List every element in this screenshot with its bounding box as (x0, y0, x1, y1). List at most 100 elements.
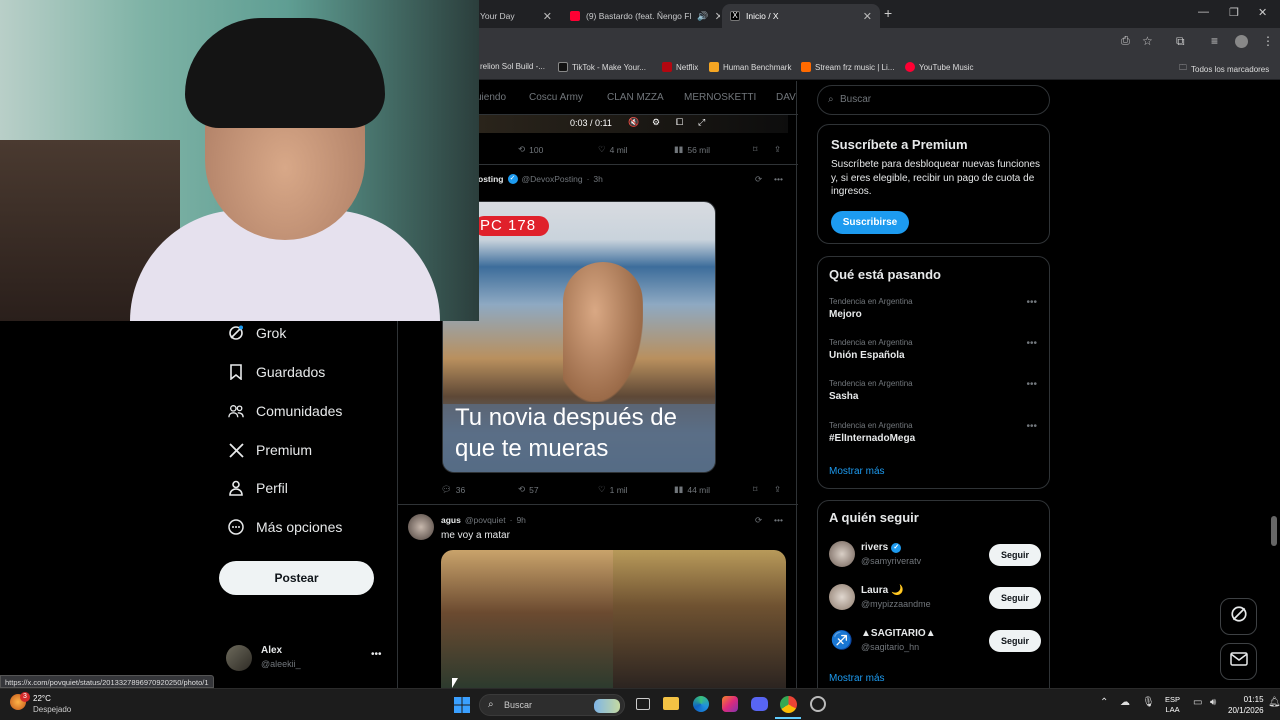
follow-button[interactable]: Seguir (989, 630, 1041, 652)
avatar[interactable] (408, 514, 434, 540)
post-image[interactable]: PC 178 Tu novia después de que te mueras (442, 201, 716, 473)
bookmark-item[interactable]: Netflix (662, 62, 698, 72)
bookmark-item[interactable]: TikTok - Make Your... (558, 62, 646, 72)
nav-mas-opciones[interactable]: Más opciones (228, 519, 342, 535)
tab-list-item[interactable]: Coscu Army (529, 92, 583, 103)
windows-start-icon[interactable] (454, 697, 470, 713)
new-tab-icon[interactable]: + (884, 5, 892, 21)
post-image[interactable] (441, 550, 786, 688)
repost-button[interactable]: ⟲ 100 (518, 144, 543, 155)
mute-icon[interactable]: 🔇 (628, 117, 639, 128)
close-tab-icon[interactable]: ✕ (863, 10, 872, 23)
repost-button[interactable]: ⟲ 57 (518, 484, 539, 495)
follow-button[interactable]: Seguir (989, 587, 1041, 609)
language-indicator[interactable]: ESP LAA (1165, 695, 1180, 715)
chrome-icon[interactable] (780, 696, 797, 713)
subscribe-button[interactable]: Suscribirse (831, 211, 909, 234)
show-more-link[interactable]: Mostrar más (829, 466, 885, 477)
task-view-icon[interactable] (636, 698, 650, 710)
trend-more-icon[interactable]: ••• (1026, 338, 1037, 349)
account-switcher[interactable]: Alex @aleekii_ ••• (226, 643, 386, 673)
instagram-icon[interactable] (722, 696, 738, 712)
tab-list-item[interactable]: MERNOSKETTI (684, 92, 756, 103)
post-time[interactable]: 3h (593, 174, 602, 184)
tab-list-item[interactable]: uiendo (476, 92, 506, 103)
bookmark-item[interactable]: YouTube Music (905, 62, 974, 72)
edge-icon[interactable] (693, 696, 709, 712)
trend-item[interactable]: Tendencia en Argentina Sasha ••• (829, 379, 1049, 402)
extensions-icon[interactable]: ⧉ (1176, 34, 1185, 49)
grok-post-icon[interactable]: ⟳ (755, 515, 762, 526)
follow-suggestion[interactable]: rivers ✓ @samyriveratv Seguir (818, 539, 1051, 571)
post-time[interactable]: 9h (516, 515, 525, 525)
fullscreen-icon[interactable]: ⤢ (698, 117, 705, 128)
grok-post-icon[interactable]: ⟳ (755, 174, 762, 185)
trend-more-icon[interactable]: ••• (1026, 379, 1037, 390)
show-more-link[interactable]: Mostrar más (829, 673, 885, 684)
clock[interactable]: 01:15 20/1/2026 (1228, 694, 1264, 716)
views-button[interactable]: ▮▮ 56 mil (674, 144, 710, 155)
like-button[interactable]: ♡ 1 mil (598, 484, 628, 495)
trend-more-icon[interactable]: ••• (1026, 297, 1037, 308)
restore-icon[interactable]: ❐ (1229, 6, 1239, 19)
star-icon[interactable]: ☆ (1142, 34, 1153, 48)
post[interactable]: agus @povquiet · 9h ⟳ ••• me voy a matar (398, 506, 798, 688)
all-bookmarks[interactable]: 🗀 Todos los marcadores (1179, 62, 1269, 76)
menu-icon[interactable]: ⋮ (1262, 34, 1274, 48)
chevron-up-icon[interactable]: ⌃ (1100, 697, 1108, 708)
install-icon[interactable]: ⎙ (1121, 35, 1130, 48)
trend-item[interactable]: Tendencia en Argentina #ElInternadoMega … (829, 421, 1049, 444)
onedrive-icon[interactable]: ☁ (1120, 697, 1130, 708)
follow-button[interactable]: Seguir (989, 544, 1041, 566)
tab-youtube[interactable]: (9) Bastardo (feat. Ñengo Fl 🔊 ✕ (562, 4, 720, 28)
follow-suggestion[interactable]: Laura 🌙 @mypizzaandme Seguir (818, 582, 1051, 614)
bookmark-item[interactable]: Stream frz music | Li... (801, 62, 894, 72)
nav-comunidades[interactable]: Comunidades (228, 403, 342, 419)
post-handle[interactable]: @povquiet (465, 515, 506, 525)
bookmark-post-icon[interactable]: ⌑ (753, 484, 757, 495)
tab-inicio-x[interactable]: X Inicio / X ✕ (722, 4, 880, 28)
grok-floating-button[interactable] (1220, 598, 1257, 635)
app-icon[interactable] (810, 696, 826, 712)
nav-grok[interactable]: Grok (228, 325, 286, 341)
close-window-icon[interactable]: ✕ (1258, 6, 1267, 19)
volume-icon[interactable]: 🔊︎ (1210, 697, 1216, 708)
post-button[interactable]: Postear (219, 561, 374, 595)
share-icon[interactable]: ⇪ (774, 144, 781, 155)
settings-icon[interactable]: ⚙ (652, 117, 660, 128)
close-tab-icon[interactable]: ✕ (543, 10, 552, 23)
trend-item[interactable]: Tendencia en Argentina Unión Española ••… (829, 338, 1049, 361)
more-icon[interactable]: ••• (371, 649, 382, 660)
minimize-icon[interactable]: — (1198, 6, 1209, 18)
pip-icon[interactable]: ⧠ (676, 117, 683, 128)
discord-icon[interactable] (751, 697, 768, 711)
scrollbar[interactable] (1271, 516, 1277, 546)
nav-premium[interactable]: Premium (228, 442, 312, 458)
network-icon[interactable]: ▭ (1193, 697, 1202, 708)
post-more-icon[interactable]: ••• (774, 174, 783, 184)
tab-list-item[interactable]: DAV (776, 92, 796, 103)
search-input[interactable]: ⌕ Buscar (817, 85, 1050, 115)
media-icon[interactable]: ≡ (1211, 34, 1218, 48)
nav-guardados[interactable]: Guardados (228, 364, 325, 380)
reply-button[interactable]: 💬︎ 36 (441, 484, 465, 495)
share-icon[interactable]: ⇪ (774, 484, 781, 495)
microphone-icon[interactable]: 🎙︎ (1142, 697, 1155, 708)
tab-list-item[interactable]: CLAN MZZA (607, 92, 664, 103)
post-author[interactable]: agus (441, 515, 461, 525)
post-handle[interactable]: @DevoxPosting (522, 174, 583, 184)
file-explorer-icon[interactable] (663, 697, 679, 710)
tab-your-day[interactable]: Your Day ✕ (472, 4, 560, 28)
nav-perfil[interactable]: Perfil (228, 480, 288, 496)
views-button[interactable]: ▮▮ 44 mil (674, 484, 710, 495)
notifications-icon[interactable]: 🔔︎ (1268, 697, 1280, 708)
trend-item[interactable]: Tendencia en Argentina Mejoro ••• (829, 297, 1049, 320)
taskbar-search[interactable]: ⌕ Buscar (479, 694, 625, 716)
bookmark-post-icon[interactable]: ⌑ (753, 144, 757, 155)
bookmark-item[interactable]: Human Benchmark (709, 62, 791, 72)
close-tab-icon[interactable]: ✕ (715, 10, 720, 23)
post-author[interactable]: osting (478, 174, 504, 184)
trend-more-icon[interactable]: ••• (1026, 421, 1037, 432)
bookmark-item[interactable]: relion Sol Build -... (480, 62, 545, 71)
follow-suggestion[interactable]: ♐ ▲SAGITARIO▲ @sagitario_hn Seguir (818, 625, 1051, 657)
